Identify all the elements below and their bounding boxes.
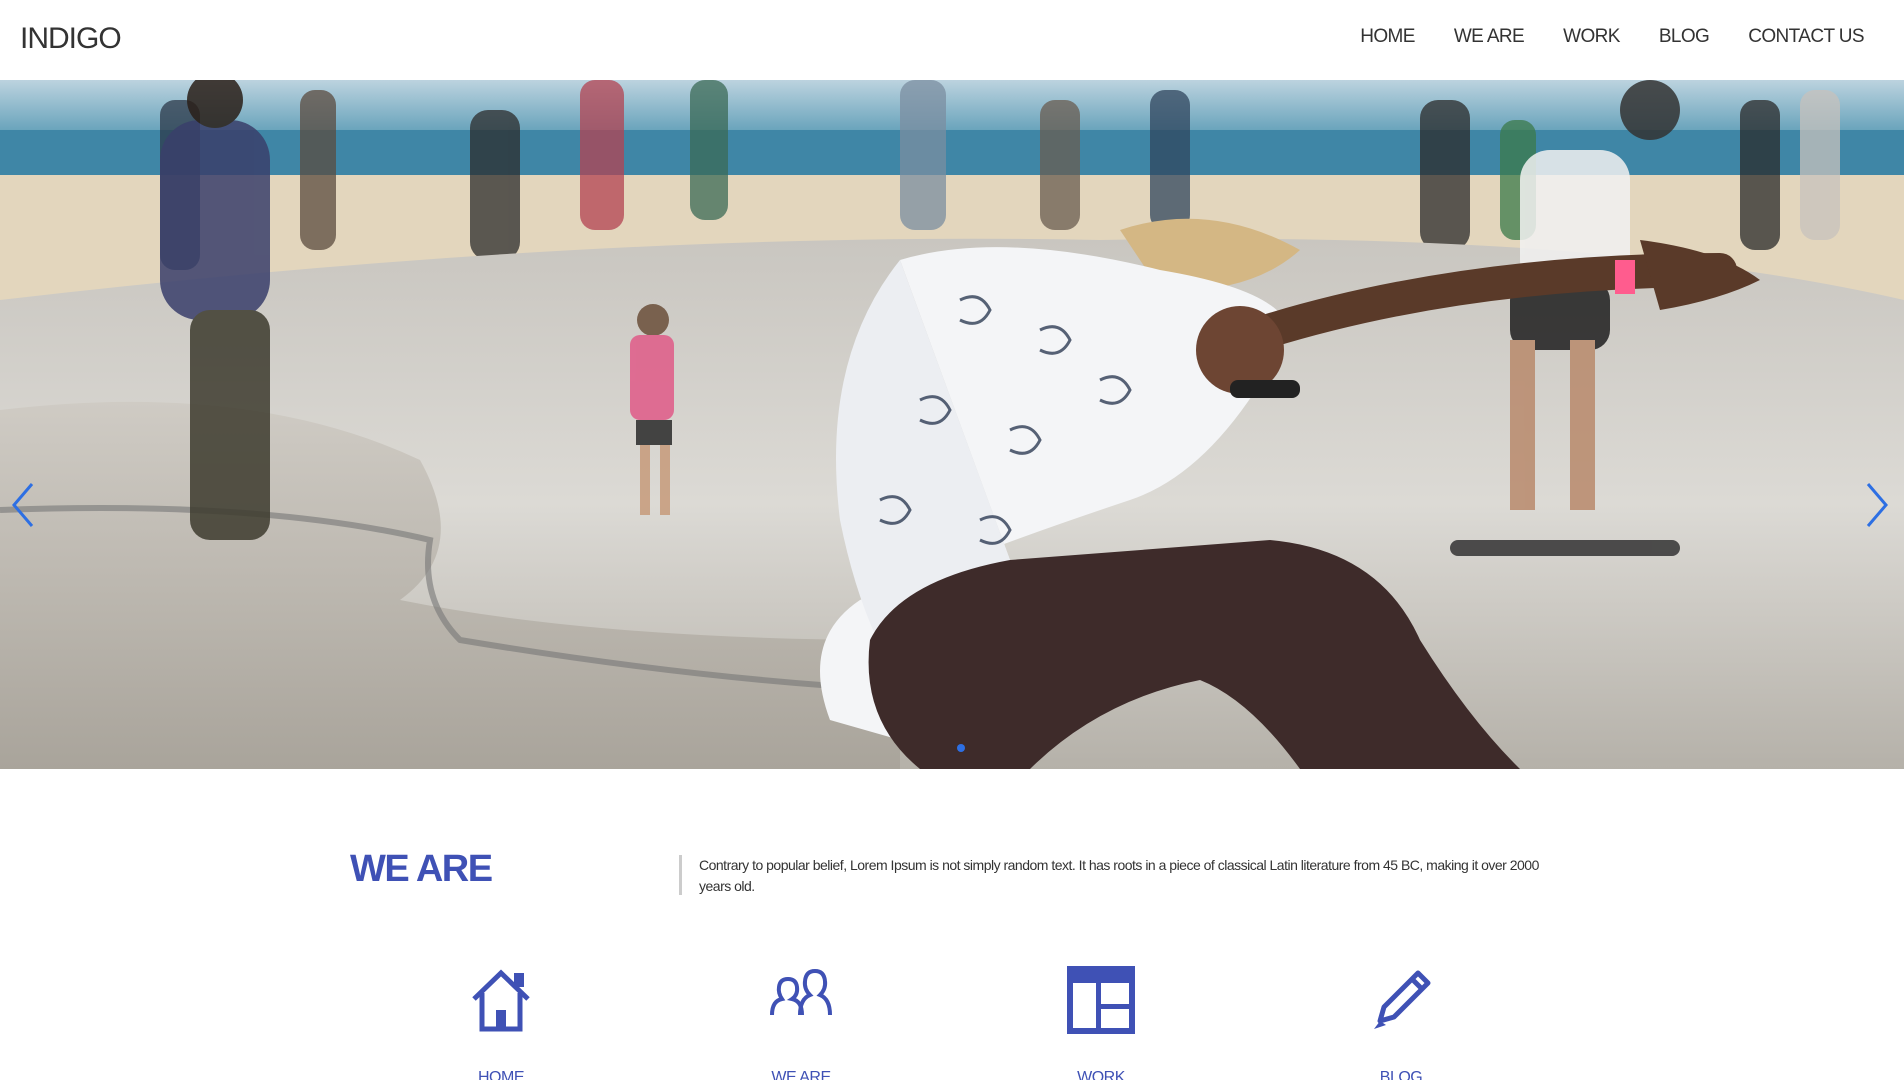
people-icon bbox=[770, 968, 832, 1016]
layout-icon bbox=[1067, 966, 1135, 1034]
nav-home[interactable]: HOME bbox=[1360, 26, 1415, 48]
section-intro-text: Contrary to popular belief, Lorem Ipsum … bbox=[699, 857, 1539, 894]
feature-work-label: WORK bbox=[1077, 1069, 1125, 1080]
quote-divider bbox=[679, 855, 682, 895]
pencil-icon bbox=[1374, 970, 1431, 1029]
home-icon bbox=[472, 969, 530, 1032]
feature-we-are[interactable]: WE ARE bbox=[721, 965, 881, 1080]
section-title: WE ARE bbox=[350, 848, 493, 890]
feature-home-label: HOME bbox=[478, 1069, 525, 1080]
main-nav: HOME WE ARE WORK BLOG CONTACT US bbox=[1360, 26, 1864, 48]
chevron-right-icon bbox=[1866, 483, 1888, 527]
nav-we-are[interactable]: WE ARE bbox=[1454, 26, 1525, 48]
feature-work[interactable]: WORK bbox=[1021, 965, 1181, 1080]
feature-we-are-label: WE ARE bbox=[771, 1069, 831, 1080]
top-navbar: INDIGO HOME WE ARE WORK BLOG CONTACT US bbox=[0, 0, 1904, 80]
nav-contact-us[interactable]: CONTACT US bbox=[1748, 26, 1864, 48]
slider-dot-active[interactable] bbox=[957, 744, 965, 752]
feature-blog[interactable]: BLOG bbox=[1321, 965, 1481, 1080]
nav-blog[interactable]: BLOG bbox=[1659, 26, 1710, 48]
chevron-left-icon bbox=[12, 483, 34, 527]
site-logo[interactable]: INDIGO bbox=[20, 22, 122, 56]
hero-slider bbox=[0, 80, 1904, 769]
nav-work[interactable]: WORK bbox=[1563, 26, 1620, 48]
slider-prev-button[interactable] bbox=[8, 480, 38, 530]
feature-home[interactable]: HOME bbox=[421, 965, 581, 1080]
hero-image bbox=[0, 80, 1904, 769]
feature-blog-label: BLOG bbox=[1379, 1069, 1423, 1080]
slider-next-button[interactable] bbox=[1862, 480, 1892, 530]
slider-pagination bbox=[957, 744, 967, 754]
